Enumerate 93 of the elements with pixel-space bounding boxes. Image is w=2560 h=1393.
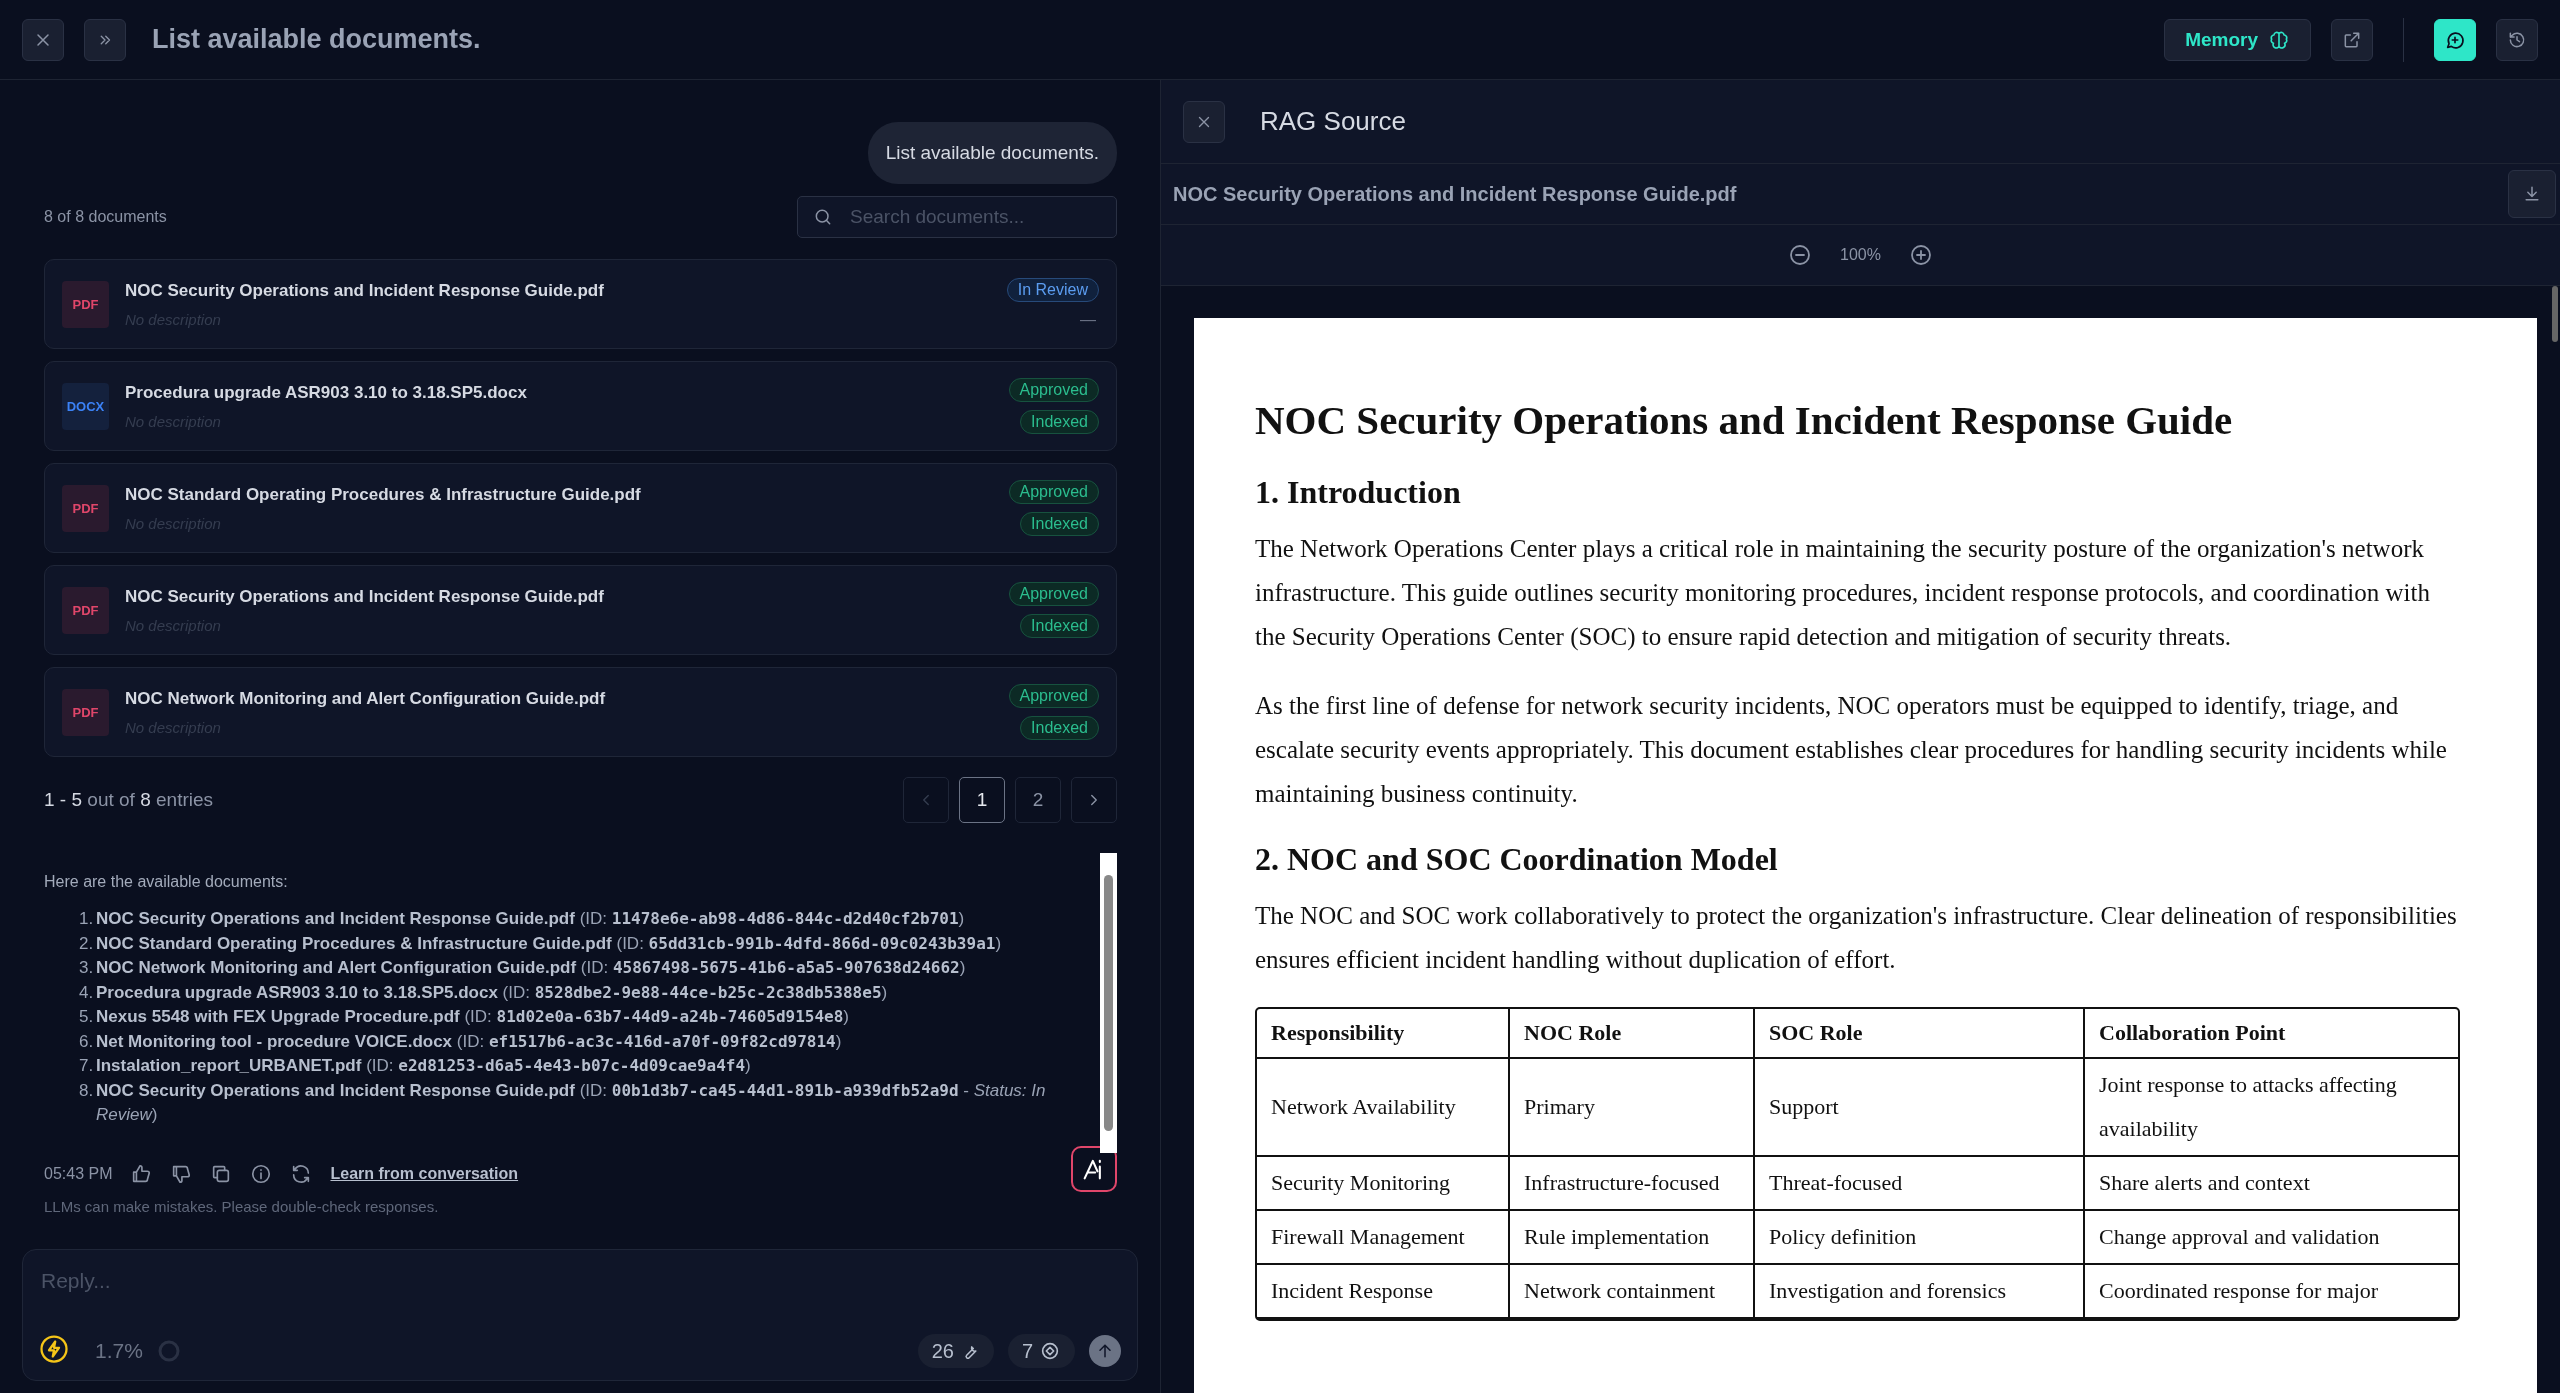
message-time: 05:43 PM — [44, 1164, 113, 1183]
status-badge: Approved — [1008, 684, 1099, 708]
table-cell: Investigation and forensics — [1755, 1265, 2085, 1319]
table-cell: Incident Response — [1257, 1265, 1510, 1319]
learn-link[interactable]: Learn from conversation — [330, 1164, 519, 1183]
table-header: NOC Role — [1510, 1009, 1755, 1059]
plus-circle-icon — [1908, 243, 1933, 267]
scrollbar[interactable] — [1100, 853, 1117, 1153]
table-cell: Infrastructure-focused — [1510, 1157, 1755, 1211]
paragraph: As the first line of defense for network security incidents, NOC operators must be equipped to identify, triage, and escalate security events appropriately. This document establishes clear procedures for handling security incidents while maintaining business continuity. — [1255, 691, 2448, 809]
assistant-intro: Here are the available documents: — [44, 873, 289, 891]
table-cell: Rule implementation — [1510, 1211, 1755, 1265]
file-type-badge: PDF — [62, 280, 109, 328]
document-list-item: 8. NOC Security Operations and Incident Response Guide.pdf (ID: 00b1d3b7-ca45-44d1-891b-a939dfb52a9d - Status: In Review) — [79, 1079, 1047, 1126]
table-cell: Support — [1755, 1059, 2085, 1157]
status-badge: Approved — [1008, 378, 1099, 402]
file-type-badge: DOCX — [62, 382, 109, 430]
status-badge: Approved — [1008, 480, 1099, 504]
document-name: NOC Standard Operating Procedures & Infrastructure Guide.pdf — [125, 484, 642, 505]
table-cell: Coordinated response for major — [2085, 1265, 2458, 1319]
document-list-item: 6. Net Monitoring tool - procedure VOICE.docx (ID: ef1517b6-ac3c-416d-a70f-09f82cd97814) — [79, 1030, 843, 1053]
document-name: NOC Security Operations and Incident Response Guide.pdf — [125, 586, 605, 607]
close-button[interactable] — [22, 18, 64, 61]
document-name: NOC Security Operations and Incident Response Guide.pdf — [125, 280, 605, 301]
search-target-icon — [1039, 1340, 1061, 1362]
info-icon — [250, 1162, 273, 1185]
document-name: NOC Network Monitoring and Alert Configuration Guide.pdf — [125, 688, 607, 709]
zoom-out-button[interactable] — [1788, 243, 1813, 267]
table-cell: Joint response to attacks affecting availability — [2085, 1059, 2458, 1157]
send-button[interactable] — [1089, 1335, 1121, 1367]
share-button[interactable] — [2331, 18, 2373, 61]
pagination-summary: 1 - 5 out of 8 entries — [44, 789, 214, 811]
conversation-title: List available documents. — [152, 24, 482, 55]
section-heading: 1. Introduction — [1255, 474, 1462, 511]
status-badge: Approved — [1008, 582, 1099, 606]
history-button[interactable] — [2496, 18, 2538, 61]
page-button[interactable]: 1 — [959, 777, 1005, 823]
memory-button[interactable]: Memory — [2164, 18, 2311, 61]
assistant-logo-button[interactable] — [1071, 1145, 1117, 1192]
table-cell: Primary — [1510, 1059, 1755, 1157]
disclaimer: LLMs can make mistakes. Please double-check responses. — [44, 1197, 440, 1215]
document-list-item: 2. NOC Standard Operating Procedures & Infrastructure Guide.pdf (ID: 65dd31cb-991b-4dfd-866d-09c0243b39a1) — [79, 932, 1003, 955]
tools-count-badge[interactable]: 26 — [917, 1334, 994, 1368]
zoom-level: 100% — [1840, 246, 1881, 264]
document-title: NOC Security Operations and Incident Response Guide — [1255, 396, 2234, 444]
sources-count-badge[interactable]: 7 — [1007, 1334, 1075, 1368]
table-header: Responsibility — [1257, 1009, 1510, 1059]
thumbs-up-button[interactable] — [130, 1162, 153, 1185]
status-badge: In Review — [1006, 278, 1099, 302]
user-message: List available documents. — [867, 122, 1117, 184]
document-name: Procedura upgrade ASR903 3.10 to 3.18.SP5.docx — [125, 382, 528, 403]
info-button[interactable] — [250, 1162, 273, 1185]
document-list-item: 3. NOC Network Monitoring and Alert Configuration Guide.pdf (ID: 45867498-5675-41b6-a5a5-907638d24662) — [79, 957, 967, 979]
lightning-icon[interactable] — [39, 1334, 69, 1364]
new-chat-button[interactable] — [2434, 18, 2476, 61]
reply-field[interactable]: Reply... — [39, 1268, 1121, 1294]
table-cell: Share alerts and context — [2085, 1157, 2458, 1211]
section-heading: 2. NOC and SOC Coordination Model — [1255, 841, 1779, 878]
table-cell: Network containment — [1510, 1265, 1755, 1319]
document-list-item: 4. Procedura upgrade ASR903 3.10 to 3.18.SP5.docx (ID: 8528dbe2-9e88-44ce-b25c-2c38db5388e5) — [79, 981, 889, 1004]
table-cell: Change approval and validation — [2085, 1211, 2458, 1265]
document-list-item: 5. Nexus 5548 with FEX Upgrade Procedure.pdf (ID: 81d02e0a-63b7-44d9-a24b-74605d9154e8) — [79, 1006, 851, 1028]
document-count: 8 of 8 documents — [44, 208, 167, 226]
table-cell: Threat-focused — [1755, 1157, 2085, 1211]
search-field[interactable]: Search documents... — [797, 196, 1117, 238]
table-cell: Firewall Management — [1257, 1211, 1510, 1265]
table-cell: Network Availability — [1257, 1059, 1510, 1157]
zoom-in-button[interactable] — [1908, 243, 1933, 267]
document-list-item: 1. NOC Security Operations and Incident Response Guide.pdf (ID: 11478e6e-ab98-4d86-844c-d2d40cf2b701) — [79, 908, 966, 930]
file-name: NOC Security Operations and Incident Response Guide.pdf — [1173, 182, 1737, 206]
table-header: SOC Role — [1755, 1009, 2085, 1059]
status-badge: Indexed — [1020, 410, 1099, 434]
paragraph: The Network Operations Center plays a critical role in maintaining the security posture of the organization's network infrastructure. This guide outlines security monitoring procedures, incident response protocols, and coordination with the Security Operations Center (SOC) to ensure rapid detection and mitigation of security threats. — [1255, 534, 2431, 653]
table-header: Collaboration Point — [2085, 1009, 2458, 1059]
page-button[interactable]: 2 — [1015, 777, 1061, 823]
thumbs-up-icon — [130, 1162, 153, 1185]
table-cell: Policy definition — [1755, 1211, 2085, 1265]
spinner-icon — [156, 1339, 181, 1363]
file-type-badge: PDF — [62, 586, 109, 634]
file-type-badge: PDF — [62, 688, 109, 736]
usage-percent: 1.7% — [95, 1339, 143, 1363]
document-list-item: 7. Instalation_report_URBANET.pdf (ID: e2d81253-d6a5-4e43-b07c-4d09cae9a4f4) — [79, 1055, 752, 1077]
panel-title: RAG Source — [1260, 106, 1406, 137]
table-cell: Security Monitoring — [1257, 1157, 1510, 1211]
status-badge: Indexed — [1020, 614, 1099, 638]
close-panel-button[interactable] — [1183, 100, 1225, 143]
scrollbar[interactable] — [2552, 286, 2558, 342]
minus-circle-icon — [1788, 243, 1813, 267]
status-badge: Indexed — [1020, 512, 1099, 536]
paragraph: The NOC and SOC work collaboratively to protect the organization's infrastructure. Clear delineation of responsibilities ensures efficient incident handling without duplication of effort. — [1255, 901, 2458, 975]
status-text: — — [1079, 310, 1097, 330]
status-badge: Indexed — [1020, 716, 1099, 740]
file-type-badge: PDF — [62, 484, 109, 532]
